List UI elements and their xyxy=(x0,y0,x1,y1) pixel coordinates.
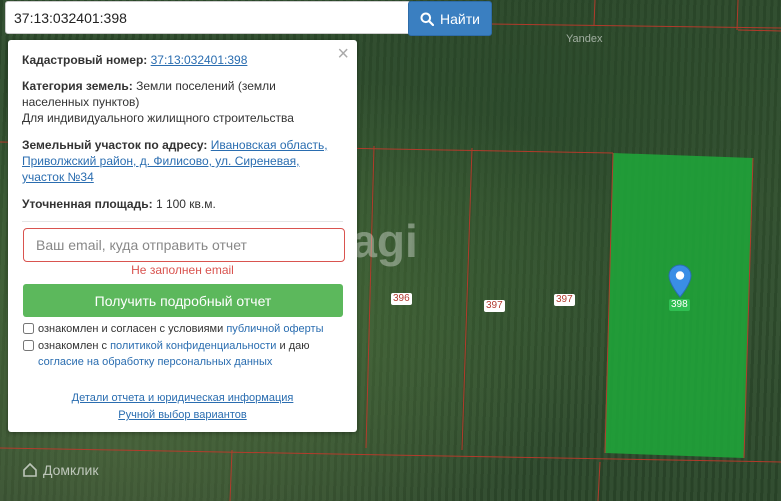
category-label: Категория земель: xyxy=(22,79,133,93)
manual-link-wrap: Ручной выбор вариантов xyxy=(8,409,357,421)
address-row: Земельный участок по адресу: Ивановская … xyxy=(22,137,343,185)
get-report-button[interactable]: Получить подробный отчет xyxy=(23,284,343,317)
usage-value: Для индивидуального жилищного строительс… xyxy=(22,111,294,125)
house-icon xyxy=(23,462,37,477)
cadastral-row: Кадастровый номер: 37:13:032401:398 xyxy=(22,52,343,68)
address-label: Земельный участок по адресу: xyxy=(22,138,208,152)
plot-label-397b[interactable]: 397 xyxy=(554,294,575,306)
search-button-label: Найти xyxy=(440,10,480,27)
divider xyxy=(22,221,343,222)
area-row: Уточненная площадь: 1 100 кв.м. xyxy=(22,196,343,212)
domklik-logo: Домклик xyxy=(22,462,98,478)
cadastral-label: Кадастровый номер: xyxy=(22,53,148,67)
domklik-brand: Домклик xyxy=(43,462,99,478)
area-label: Уточненная площадь: xyxy=(22,197,153,211)
cadastral-search-input[interactable] xyxy=(5,1,411,34)
personal-data-link[interactable]: согласие на обработку персональных данны… xyxy=(38,356,272,368)
category-row: Категория земель: Земли поселений (земли… xyxy=(22,78,343,126)
area-value: 1 100 кв.м. xyxy=(155,197,216,211)
privacy-consent-text: ознакомлен с xyxy=(38,340,111,352)
privacy-checkbox[interactable] xyxy=(23,340,34,351)
parcel-info-panel: × Кадастровый номер: 37:13:032401:398 Ка… xyxy=(8,40,357,432)
privacy-consent: ознакомлен с политикой конфиденциальност… xyxy=(23,338,309,370)
search-button[interactable]: Найти xyxy=(408,1,492,36)
location-pin-icon[interactable] xyxy=(668,264,692,303)
offer-consent-text: ознакомлен и согласен с условиями xyxy=(38,323,227,335)
map-provider-label: Yandex xyxy=(566,33,603,45)
details-link-wrap: Детали отчета и юридическая информация xyxy=(8,392,357,404)
plot-label-397a[interactable]: 397 xyxy=(484,300,505,312)
public-offer-link[interactable]: публичной оферты xyxy=(226,323,323,335)
cadastral-link[interactable]: 37:13:032401:398 xyxy=(151,53,248,67)
email-field[interactable] xyxy=(23,228,345,262)
email-error-text: Не заполнен email xyxy=(131,263,234,277)
offer-consent: ознакомлен и согласен с условиями публич… xyxy=(23,321,324,337)
manual-selection-link[interactable]: Ручной выбор вариантов xyxy=(118,409,246,421)
privacy-consent-mid: и даю xyxy=(276,340,310,352)
plot-label-396[interactable]: 396 xyxy=(391,293,412,305)
search-icon xyxy=(420,12,435,26)
privacy-policy-link[interactable]: политикой конфиденциальности xyxy=(110,340,276,352)
offer-checkbox[interactable] xyxy=(23,323,34,334)
details-link[interactable]: Детали отчета и юридическая информация xyxy=(72,392,294,404)
